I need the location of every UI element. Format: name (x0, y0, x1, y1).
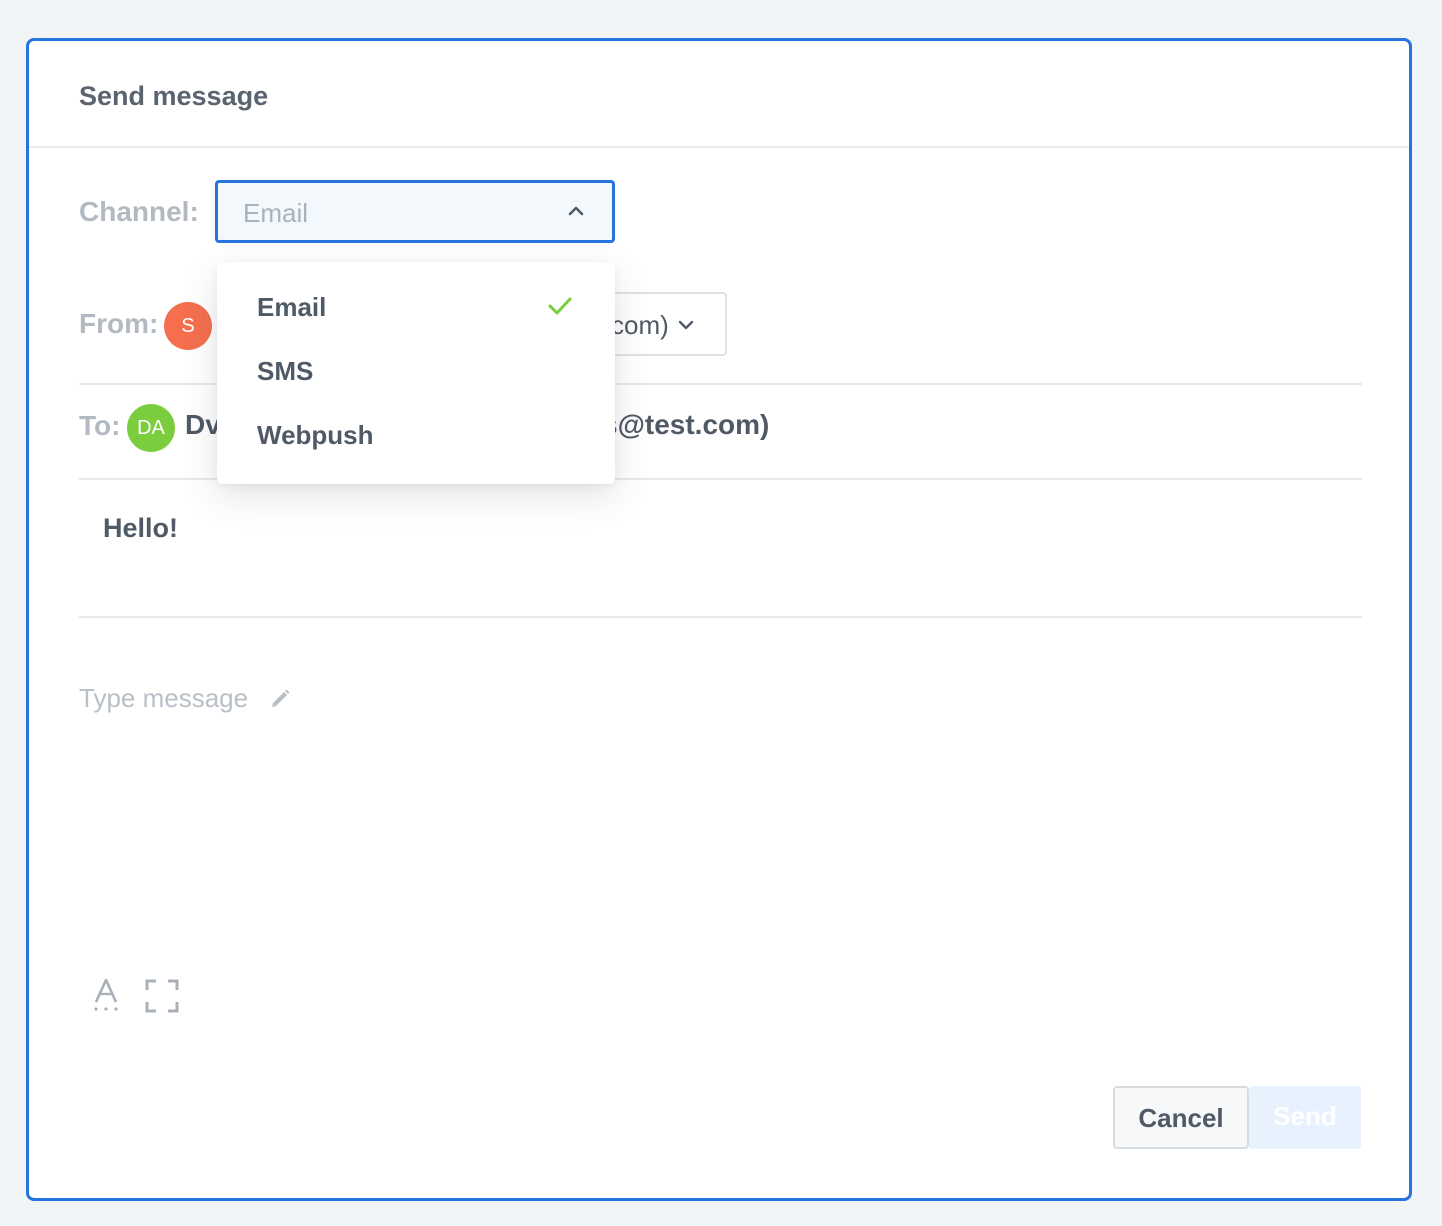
channel-select[interactable]: Email (215, 180, 615, 243)
channel-label: Channel: (79, 196, 199, 227)
channel-select-value: Email (243, 198, 309, 228)
channel-option-sms[interactable]: SMS (217, 340, 615, 404)
fullscreen-icon[interactable] (144, 978, 180, 1014)
channel-option-label: SMS (257, 356, 314, 386)
chevron-down-icon (678, 320, 694, 330)
from-select-value: com) (611, 310, 669, 340)
pencil-icon (272, 689, 290, 707)
chevron-up-icon (568, 206, 584, 216)
recipient-email: s@test.com) (602, 409, 770, 440)
channel-option-email[interactable]: Email (217, 276, 615, 340)
send-message-modal: Send message Channel: Email From: S com)… (26, 38, 1412, 1201)
text-format-icon[interactable] (89, 976, 125, 1012)
channel-option-webpush[interactable]: Webpush (217, 404, 615, 468)
modal-title: Send message (79, 81, 269, 111)
checkmark-icon (548, 297, 572, 315)
channel-dropdown-menu: Email SMS Webpush (217, 262, 615, 484)
channel-option-label: Email (257, 292, 327, 322)
from-label: From: (79, 308, 159, 339)
divider (79, 616, 1362, 618)
sender-avatar: S (164, 302, 212, 350)
recipient-name: Dv (185, 409, 221, 440)
channel-option-label: Webpush (257, 420, 374, 450)
to-label: To: (79, 410, 121, 441)
subject-field[interactable]: Hello! (103, 513, 178, 544)
message-input[interactable]: Type message (79, 683, 248, 714)
modal-header: Send message (29, 41, 1409, 148)
send-button[interactable]: Send (1249, 1086, 1361, 1149)
recipient-avatar: DA (127, 404, 175, 452)
cancel-button[interactable]: Cancel (1113, 1086, 1249, 1149)
